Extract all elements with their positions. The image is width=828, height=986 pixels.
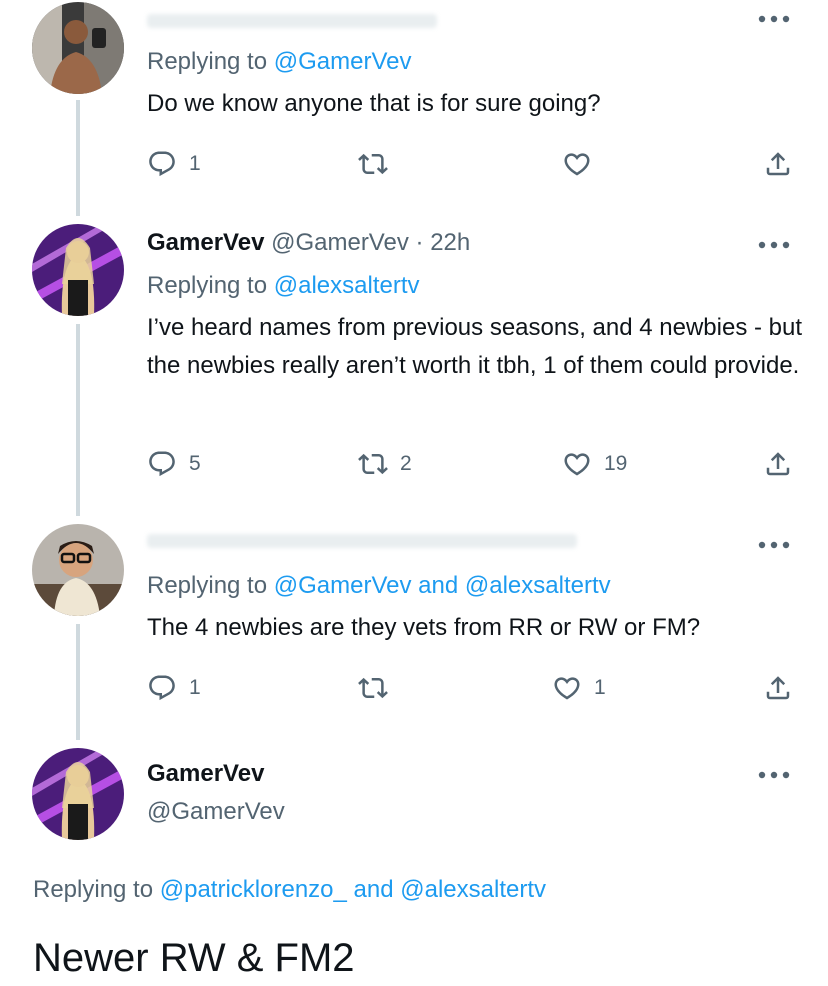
replying-to: Replying to @GamerVev and @alexsaltertv bbox=[147, 571, 611, 601]
mention-link[interactable]: @alexsaltertv bbox=[274, 272, 420, 299]
tweet-header: GamerVev @GamerVev · 22h bbox=[147, 228, 470, 258]
replying-to: Replying to @patricklorenzo_ and @alexsa… bbox=[33, 875, 546, 905]
mention-conjunction: and bbox=[418, 572, 459, 599]
reply-icon bbox=[147, 149, 177, 179]
share-button[interactable] bbox=[763, 672, 793, 704]
replying-prefix: Replying to bbox=[147, 572, 268, 599]
like-icon bbox=[562, 149, 592, 179]
thread-line bbox=[76, 100, 80, 216]
separator: · bbox=[415, 229, 424, 256]
more-options-icon[interactable] bbox=[756, 538, 792, 550]
mention-link[interactable]: @GamerVev bbox=[274, 48, 412, 75]
display-name[interactable]: GamerVev bbox=[147, 760, 264, 787]
avatar[interactable] bbox=[32, 524, 124, 616]
mention-link[interactable]: @alexsaltertv bbox=[465, 572, 611, 599]
reply-count: 1 bbox=[189, 676, 201, 699]
avatar[interactable] bbox=[32, 2, 124, 94]
mention-link[interactable]: @patricklorenzo_ bbox=[160, 876, 347, 903]
more-options-icon[interactable] bbox=[756, 238, 792, 250]
replying-prefix: Replying to bbox=[147, 272, 268, 299]
reply-count: 5 bbox=[189, 452, 201, 475]
share-button[interactable] bbox=[763, 448, 793, 480]
like-icon bbox=[552, 673, 582, 703]
main-tweet-text: Newer RW & FM2 bbox=[33, 936, 355, 980]
like-button[interactable] bbox=[562, 148, 592, 180]
replying-prefix: Replying to bbox=[33, 876, 154, 903]
reply-icon bbox=[147, 673, 177, 703]
avatar[interactable] bbox=[32, 748, 124, 840]
reply-count: 1 bbox=[189, 152, 201, 175]
reply-button[interactable]: 5 bbox=[147, 448, 201, 480]
more-options-icon[interactable] bbox=[756, 12, 792, 24]
reply-button[interactable]: 1 bbox=[147, 672, 201, 704]
main-tweet-name[interactable]: GamerVev bbox=[147, 759, 264, 789]
tweet-text: Do we know anyone that is for sure going… bbox=[147, 90, 601, 117]
retweet-button[interactable]: 2 bbox=[358, 448, 412, 480]
timestamp[interactable]: 22h bbox=[430, 229, 470, 256]
blurred-author-name bbox=[147, 534, 577, 548]
like-count: 1 bbox=[594, 676, 606, 699]
retweet-icon bbox=[358, 149, 388, 179]
retweet-icon bbox=[358, 673, 388, 703]
main-tweet-handle[interactable]: @GamerVev bbox=[147, 797, 285, 827]
thread-line bbox=[76, 624, 80, 740]
share-icon bbox=[763, 449, 793, 479]
like-button[interactable]: 19 bbox=[562, 448, 627, 480]
reply-icon bbox=[147, 449, 177, 479]
thread-line bbox=[76, 324, 80, 516]
reply-button[interactable]: 1 bbox=[147, 148, 201, 180]
more-options-icon[interactable] bbox=[756, 768, 792, 780]
like-button[interactable]: 1 bbox=[552, 672, 606, 704]
handle[interactable]: @GamerVev bbox=[271, 229, 409, 256]
share-icon bbox=[763, 673, 793, 703]
retweet-button[interactable] bbox=[358, 148, 388, 180]
like-count: 19 bbox=[604, 452, 628, 475]
retweet-icon bbox=[358, 449, 388, 479]
mention-link[interactable]: @GamerVev bbox=[274, 572, 412, 599]
avatar[interactable] bbox=[32, 224, 124, 316]
share-button[interactable] bbox=[763, 148, 793, 180]
retweet-button[interactable] bbox=[358, 672, 388, 704]
tweet-text: The 4 newbies are they vets from RR or R… bbox=[147, 614, 701, 641]
replying-to: Replying to @alexsaltertv bbox=[147, 271, 420, 301]
retweet-count: 2 bbox=[400, 452, 412, 475]
replying-to: Replying to @GamerVev bbox=[147, 47, 412, 77]
share-icon bbox=[763, 149, 793, 179]
display-name[interactable]: GamerVev bbox=[147, 229, 264, 256]
replying-prefix: Replying to bbox=[147, 48, 268, 75]
mention-link[interactable]: @alexsaltertv bbox=[400, 876, 546, 903]
handle[interactable]: @GamerVev bbox=[147, 798, 285, 825]
like-icon bbox=[562, 449, 592, 479]
tweet-text: I’ve heard names from previous seasons, … bbox=[147, 314, 803, 379]
blurred-author-name bbox=[147, 14, 437, 28]
mention-conjunction: and bbox=[353, 876, 394, 903]
